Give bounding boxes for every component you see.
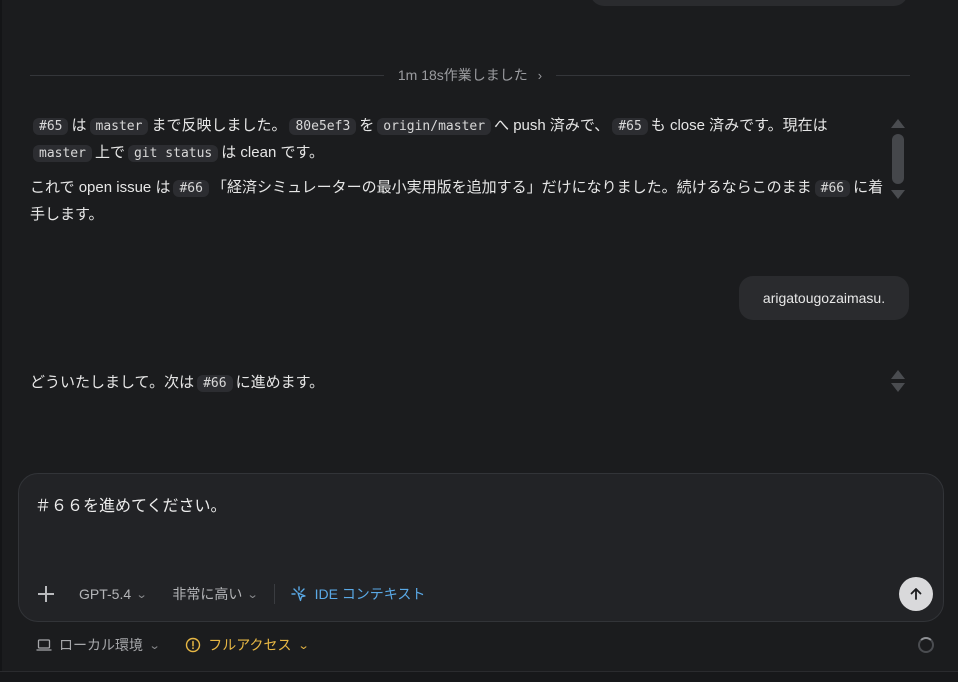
text-run: を: [359, 117, 375, 134]
environment-select[interactable]: ローカル環境 ⌄: [36, 635, 161, 655]
access-select[interactable]: フルアクセス ⌄: [185, 635, 310, 655]
toolbar-separator: [273, 584, 275, 604]
message-input[interactable]: ＃６６を進めてください。: [35, 492, 227, 516]
text-run: これで open issue は: [30, 179, 171, 196]
text-run: 「経済シミュレーターの最小実用版を追加する」だけになりました。続けるならこのまま: [211, 179, 812, 196]
assistant-reply: どういたしまして。次は #66 に進めます。: [30, 370, 890, 397]
access-label: フルアクセス: [208, 637, 292, 653]
inline-code-remote: origin/master: [377, 118, 492, 135]
inline-code-commit: 80e5ef3: [289, 118, 357, 135]
inline-code-issue: #66: [197, 375, 233, 392]
scroll-down-icon[interactable]: [891, 190, 905, 199]
assistant-message-2: どういたしまして。次は #66 に進めます。: [30, 370, 890, 405]
inline-code-issue: #65: [612, 118, 648, 135]
model-label: GPT-5.4: [79, 586, 132, 602]
environment-label: ローカル環境: [59, 637, 143, 653]
ide-context-label: IDE コンテキスト: [314, 586, 426, 602]
laptop-icon: [36, 639, 52, 651]
assistant-message: #65 は master まで反映しました。 80e5ef3 を origin/master…: [30, 113, 890, 236]
inline-code-issue: #65: [33, 118, 69, 135]
user-message-text: arigatougozaimasu.: [762, 290, 886, 306]
scroll-up-icon[interactable]: [891, 370, 905, 379]
text-run: も close 済みです。現在は: [650, 117, 828, 134]
message-scroll-arrows[interactable]: [891, 370, 905, 392]
text-run: に進めます。: [235, 374, 325, 391]
reasoning-label: 非常に高い: [172, 586, 243, 602]
text-run: 上で: [94, 144, 125, 161]
text-run: へ push 済みで、: [494, 117, 610, 134]
inline-code-issue: #66: [814, 180, 851, 197]
ide-context-button[interactable]: IDE コンテキスト: [290, 584, 426, 604]
composer: ＃６６を進めてください。 GPT-5.4 ⌄ 非常に高い ⌄ IDE コンテキス…: [18, 473, 944, 622]
bottom-strip: [0, 671, 958, 682]
inline-code-issue: #66: [173, 180, 209, 197]
composer-toolbar: GPT-5.4 ⌄ 非常に高い ⌄ IDE コンテキスト: [35, 579, 425, 609]
send-button[interactable]: [899, 577, 933, 611]
inline-code-branch: master: [33, 145, 92, 162]
chevron-down-icon: ⌄: [148, 639, 161, 652]
text-run: まで反映しました。: [151, 117, 287, 134]
inline-code-branch: master: [89, 118, 149, 135]
user-message-bubble: arigatougozaimasu.: [739, 276, 909, 320]
work-duration-label: 1m 18s作業しました: [397, 67, 528, 83]
work-duration-divider[interactable]: 1m 18s作業しました ›: [30, 64, 911, 86]
spinner-icon: [918, 637, 934, 653]
arrow-up-icon: [910, 588, 922, 600]
chevron-right-icon: ›: [537, 67, 543, 83]
divider-line-left: [30, 74, 384, 76]
inline-code-command: git status: [127, 145, 219, 162]
text-run: は clean です。: [221, 144, 324, 161]
assistant-paragraph-2: これで open issue は #66 「経済シミュレーターの最小実用版を追加する…: [30, 175, 890, 228]
chevron-down-icon: ⌄: [135, 588, 148, 601]
sparkle-icon: [290, 586, 306, 602]
assistant-paragraph-1: #65 は master まで反映しました。 80e5ef3 を origin/master…: [30, 113, 890, 167]
work-duration-label-wrap[interactable]: 1m 18s作業しました ›: [384, 65, 556, 85]
message-scrollbar[interactable]: [891, 119, 905, 199]
chevron-down-icon: ⌄: [246, 588, 259, 601]
text-run: どういたしまして。次は: [30, 374, 195, 391]
scroll-down-icon[interactable]: [891, 383, 905, 392]
status-row: ローカル環境 ⌄ フルアクセス ⌄: [36, 633, 310, 657]
warning-circle-icon: [186, 637, 201, 653]
model-select[interactable]: GPT-5.4 ⌄: [79, 586, 148, 602]
divider-line-right: [556, 74, 911, 76]
reasoning-select[interactable]: 非常に高い ⌄: [172, 584, 259, 604]
left-edge: [0, 0, 2, 682]
scroll-thumb[interactable]: [892, 134, 904, 184]
plus-icon[interactable]: [35, 583, 57, 605]
scroll-up-icon[interactable]: [891, 119, 905, 128]
text-run: は: [71, 117, 87, 134]
chevron-down-icon: ⌄: [297, 639, 310, 652]
chat-window: 1m 18s作業しました › #65 は master まで反映しました。 80e5ef…: [0, 0, 958, 682]
previous-user-bubble: [590, 0, 908, 6]
